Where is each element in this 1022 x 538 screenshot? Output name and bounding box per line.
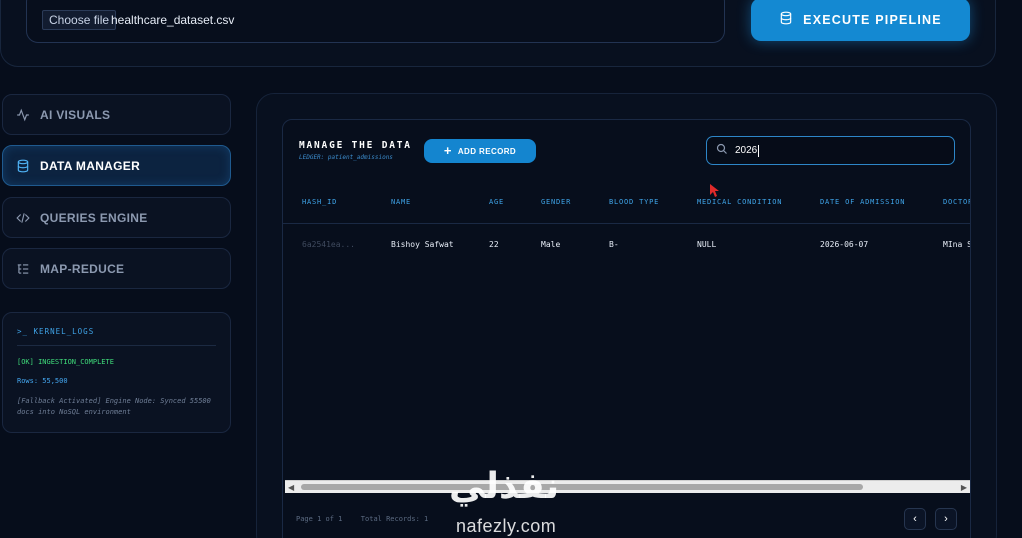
horizontal-scrollbar[interactable]: ◀ ▶ (285, 480, 970, 493)
sidebar-item-label: AI VISUALS (40, 107, 111, 122)
sidebar-item-label: MAP-REDUCE (40, 261, 125, 276)
selected-file-name: healthcare_dataset.csv (111, 13, 235, 27)
scroll-right-icon[interactable]: ▶ (961, 483, 967, 492)
cell-medical-condition: NULL (697, 240, 717, 249)
scroll-left-icon[interactable]: ◀ (288, 483, 294, 492)
cell-age: 22 (489, 240, 499, 249)
log-line-fallback: [Fallback Activated] Engine Node: Synced… (17, 397, 211, 416)
sidebar-item-data-manager[interactable]: DATA MANAGER (2, 145, 231, 186)
prev-page-button[interactable]: ‹ (904, 508, 926, 530)
sidebar-item-queries-engine[interactable]: QUERIES ENGINE (2, 197, 231, 238)
log-line-rows: Rows: 55,500 (17, 377, 68, 385)
table-header-divider (283, 223, 970, 224)
cell-hash-id: 6a2541ea... (302, 240, 355, 249)
kernel-logs-title: >_ KERNEL_LOGS (17, 327, 95, 336)
watermark-logo-arabic: نفذلي (449, 466, 560, 507)
sidebar-item-ai-visuals[interactable]: AI VISUALS (2, 94, 231, 135)
sidebar-item-label: QUERIES ENGINE (40, 210, 148, 225)
ledger-subtitle: LEDGER: patient_admissions (299, 154, 393, 161)
next-page-button[interactable]: › (935, 508, 957, 530)
cell-blood-type: B- (609, 240, 619, 249)
database-icon (16, 159, 30, 173)
column-header-gender[interactable]: GENDER (541, 198, 571, 206)
column-header-name[interactable]: NAME (391, 198, 411, 206)
add-record-button[interactable]: + ADD RECORD (424, 139, 536, 163)
pagination-info: Page 1 of 1 Total Records: 1 (296, 515, 428, 523)
execute-pipeline-button[interactable]: EXECUTE PIPELINE (751, 0, 970, 41)
column-header-date-of-admission[interactable]: DATE OF ADMISSION (820, 198, 905, 206)
data-manager-card: MANAGE THE DATA LEDGER: patient_admissio… (282, 119, 971, 538)
cell-date-of-admission: 2026-06-07 (820, 240, 869, 249)
choose-file-button[interactable]: Choose file (42, 10, 117, 30)
page-info: Page 1 of 1 (296, 515, 343, 523)
cell-name: Bishoy Safwat (391, 240, 454, 249)
total-records: Total Records: 1 (360, 515, 429, 523)
add-record-label: ADD RECORD (457, 146, 517, 156)
search-icon (716, 142, 728, 160)
page-title: MANAGE THE DATA (299, 140, 412, 151)
column-header-doctor[interactable]: DOCTOR (943, 198, 970, 206)
text-caret (758, 144, 760, 157)
database-icon (779, 11, 793, 28)
chevron-left-icon: ‹ (913, 513, 917, 525)
log-line-ok: [OK] INGESTION_COMPLETE (17, 358, 114, 366)
code-icon (16, 211, 30, 225)
column-header-medical-condition[interactable]: MEDICAL CONDITION (697, 198, 782, 206)
watermark-domain: nafezly.com (456, 516, 557, 536)
kernel-logs-panel: >_ KERNEL_LOGS [OK] INGESTION_COMPLETE R… (2, 312, 231, 433)
search-value: 2026 (735, 145, 758, 156)
divider (17, 345, 216, 346)
column-header-blood-type[interactable]: BLOOD TYPE (609, 198, 659, 206)
cell-gender: Male (541, 240, 561, 249)
plus-icon: + (443, 143, 452, 158)
execute-pipeline-label: EXECUTE PIPELINE (803, 12, 942, 27)
column-header-hash-id[interactable]: HASH_ID (302, 198, 337, 206)
chevron-right-icon: › (944, 513, 948, 525)
mouse-cursor-icon (710, 184, 719, 197)
sidebar-item-label: DATA MANAGER (40, 158, 141, 173)
list-tree-icon (16, 262, 30, 276)
activity-icon (16, 108, 30, 122)
sidebar-item-map-reduce[interactable]: MAP-REDUCE (2, 248, 231, 289)
column-header-age[interactable]: AGE (489, 198, 504, 206)
cell-doctor: MIna S (943, 240, 971, 249)
search-input[interactable]: 2026 (706, 136, 955, 165)
scrollbar-thumb[interactable] (301, 484, 863, 490)
